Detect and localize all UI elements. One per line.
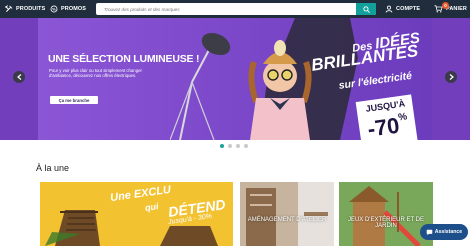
discount-value: -70%	[366, 111, 410, 140]
carousel-dot-1[interactable]	[220, 144, 224, 148]
search-bar	[96, 3, 376, 15]
promo-tag-icon: %	[50, 5, 58, 13]
carousel-dot-4[interactable]	[244, 144, 248, 148]
chevron-right-icon	[449, 74, 454, 80]
chevron-left-icon	[16, 74, 21, 80]
featured-card-atelier[interactable]: AMÉNAGEMENT D'ATELIER	[240, 182, 334, 246]
featured-card-jeux[interactable]: JEUX D'EXTÉRIEUR ET DE JARDIN	[339, 182, 433, 246]
search-input[interactable]	[96, 3, 356, 15]
hero-prev-button[interactable]	[13, 71, 25, 83]
search-button[interactable]	[356, 3, 376, 15]
discount-unit: %	[397, 111, 408, 124]
tools-icon	[5, 5, 13, 12]
promos-menu-button[interactable]: % PROMOS	[50, 0, 86, 18]
card-atelier-label: AMÉNAGEMENT D'ATELIER	[247, 217, 327, 223]
cart-label: PANIER	[446, 6, 467, 12]
carousel-dot-3[interactable]	[236, 144, 240, 148]
search-icon	[362, 5, 370, 13]
promos-label: PROMOS	[61, 6, 87, 12]
workshop-image	[240, 182, 334, 246]
section-title: À la une	[36, 163, 70, 173]
card-jeux-label: JEUX D'EXTÉRIEUR ET DE JARDIN	[347, 217, 425, 229]
cart-button[interactable]: PANIER	[434, 0, 467, 18]
hero-cta-button[interactable]: Ça me branche	[50, 96, 98, 104]
featured-card-exclu[interactable]: Une EXCLU qui DÉTEND Jusqu'à - 30%	[40, 182, 233, 246]
cart-count-badge: 0	[442, 2, 449, 9]
hero-title: UNE SÉLECTION LUMINEUSE !	[48, 53, 200, 65]
svg-text:%: %	[52, 7, 56, 12]
products-menu-button[interactable]: PRODUITS	[5, 0, 45, 18]
playground-image	[339, 182, 433, 246]
account-button[interactable]: COMPTE	[385, 0, 420, 18]
chat-icon	[426, 229, 433, 235]
top-navigation-bar: PRODUITS % PROMOS COMPTE PANIER	[0, 0, 470, 18]
assistance-label: Assistance	[434, 229, 463, 235]
carousel-dot-2[interactable]	[228, 144, 232, 148]
account-label: COMPTE	[396, 6, 421, 12]
hero-next-button[interactable]	[445, 71, 457, 83]
card-exclu-line2: qui	[144, 201, 160, 213]
products-label: PRODUITS	[16, 6, 46, 12]
hero-banner[interactable]: UNE SÉLECTION LUMINEUSE ! Pour y voir pl…	[0, 18, 470, 140]
carousel-dots	[220, 144, 248, 148]
user-icon	[385, 5, 393, 13]
assistance-button[interactable]: Assistance	[420, 224, 468, 240]
discount-number: -70	[366, 112, 401, 140]
hero-description: Pour y voir plus clair ou tout simplemen…	[49, 68, 142, 79]
